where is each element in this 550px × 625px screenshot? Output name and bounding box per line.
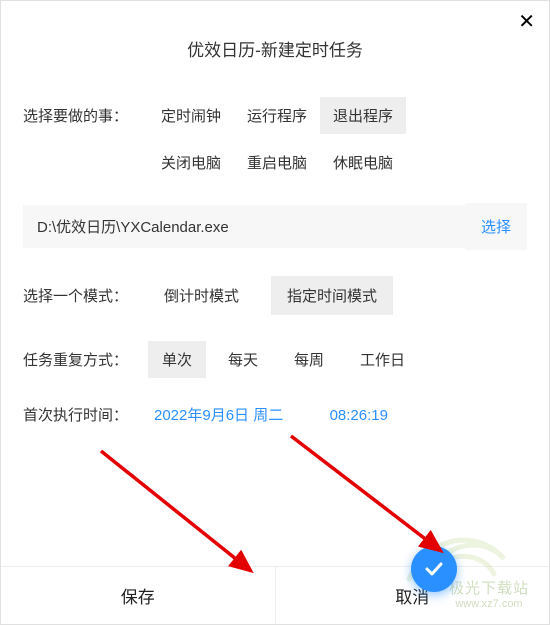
repeat-options: 单次 每天 每周 工作日 <box>148 341 419 378</box>
first-run-date[interactable]: 2022年9月6日 周二 <box>148 403 289 428</box>
opt-restart[interactable]: 重启电脑 <box>234 144 320 181</box>
task-type-options-row1: 定时闹钟 运行程序 退出程序 <box>148 97 406 134</box>
first-run-row: 首次执行时间： 2022年9月6日 周二 08:26:19 <box>1 404 549 425</box>
task-type-options-row2: 关闭电脑 重启电脑 休眠电脑 <box>148 144 549 181</box>
opt-specific-time-mode[interactable]: 指定时间模式 <box>271 276 393 315</box>
opt-alarm[interactable]: 定时闹钟 <box>148 97 234 134</box>
opt-workday[interactable]: 工作日 <box>346 341 419 378</box>
mode-row: 选择一个模式： 倒计时模式 指定时间模式 <box>1 276 549 315</box>
first-run-values: 2022年9月6日 周二 08:26:19 <box>148 404 394 425</box>
opt-daily[interactable]: 每天 <box>214 341 272 378</box>
bottom-bar: 保存 取消 <box>1 566 549 624</box>
program-path-input[interactable] <box>23 205 465 248</box>
save-button[interactable]: 保存 <box>1 567 275 624</box>
opt-countdown-mode[interactable]: 倒计时模式 <box>148 276 255 315</box>
repeat-label: 任务重复方式： <box>23 349 148 370</box>
mode-label: 选择一个模式： <box>23 285 148 306</box>
task-type-label: 选择要做的事： <box>23 105 148 126</box>
close-button[interactable]: ✕ <box>518 9 535 34</box>
opt-once[interactable]: 单次 <box>148 341 206 378</box>
first-run-label: 首次执行时间： <box>23 404 148 425</box>
repeat-row: 任务重复方式： 单次 每天 每周 工作日 <box>1 341 549 378</box>
opt-exit-program[interactable]: 退出程序 <box>320 97 406 134</box>
confirm-badge[interactable] <box>411 546 457 592</box>
opt-weekly[interactable]: 每周 <box>280 341 338 378</box>
choose-file-button[interactable]: 选择 <box>465 203 527 250</box>
dialog-title: 优效日历-新建定时任务 <box>1 1 549 79</box>
opt-run-program[interactable]: 运行程序 <box>234 97 320 134</box>
opt-sleep[interactable]: 休眠电脑 <box>320 144 406 181</box>
opt-shutdown[interactable]: 关闭电脑 <box>148 144 234 181</box>
mode-options: 倒计时模式 指定时间模式 <box>148 276 393 315</box>
check-icon <box>422 557 446 581</box>
first-run-time[interactable]: 08:26:19 <box>324 403 394 428</box>
program-path-row: 选择 <box>23 203 527 250</box>
task-type-row: 选择要做的事： 定时闹钟 运行程序 退出程序 <box>1 97 549 134</box>
